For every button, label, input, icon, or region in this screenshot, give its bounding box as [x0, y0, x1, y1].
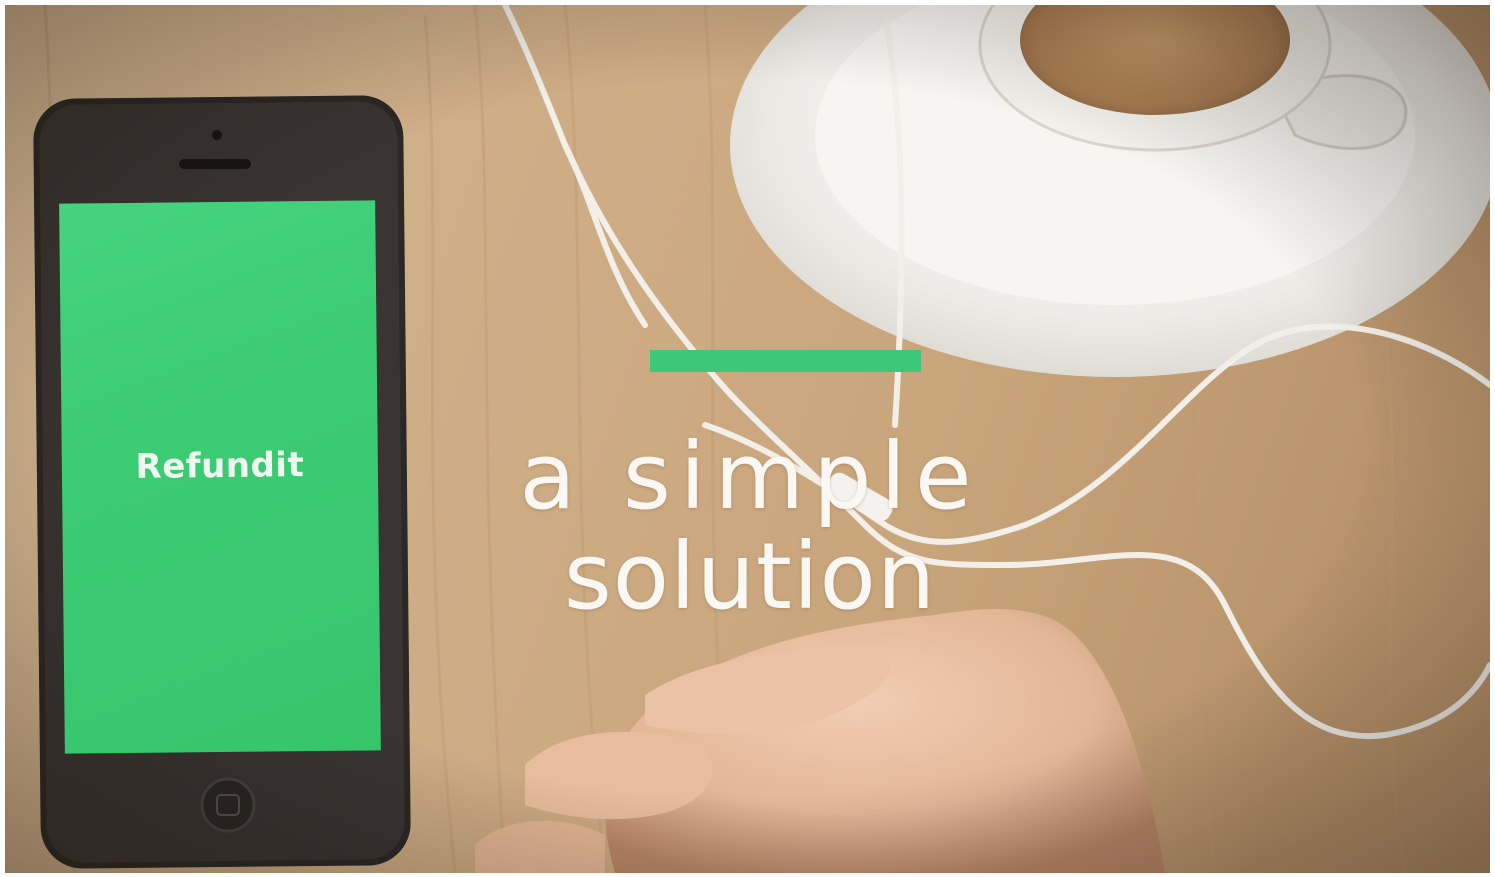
- caption-line-1: a simple: [519, 423, 981, 530]
- refundit-logo: Refundit: [135, 445, 305, 487]
- caption-line-2: solution: [563, 523, 937, 630]
- accent-bar: [650, 350, 921, 372]
- phone-screen: Refundit: [59, 200, 381, 754]
- overlay-caption: a simple solution: [505, 427, 995, 627]
- video-frame: Refundit a simple solution: [5, 5, 1490, 873]
